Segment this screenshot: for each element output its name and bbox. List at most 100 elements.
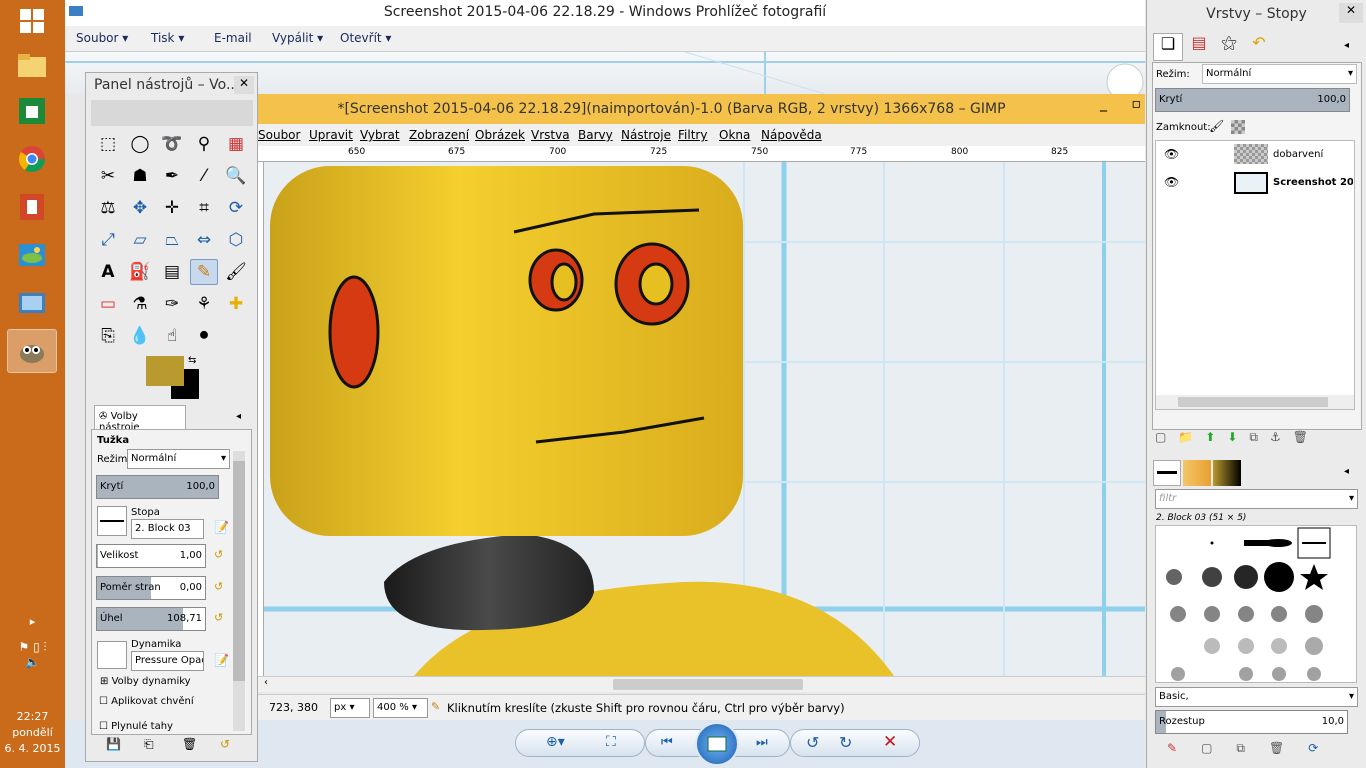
- tool-options-scrollbar[interactable]: [233, 451, 245, 731]
- zoom-select[interactable]: 400 % ▾: [373, 698, 428, 718]
- previous-icon[interactable]: ⏮: [661, 735, 673, 750]
- menu-tisk[interactable]: Tisk ▾: [151, 31, 184, 45]
- scale-icon[interactable]: ⤢: [94, 227, 122, 253]
- tab-menu-icon[interactable]: ◂: [1344, 40, 1349, 51]
- tab-menu-icon[interactable]: ◂: [236, 411, 241, 422]
- horizontal-ruler[interactable]: 650 675 700 725 750 775 800 825: [258, 146, 1145, 162]
- slideshow-button[interactable]: [695, 722, 739, 766]
- photos-icon[interactable]: [8, 234, 56, 276]
- lock-alpha-icon[interactable]: [1231, 120, 1245, 134]
- layer-row[interactable]: 👁 dobarvení: [1156, 141, 1354, 169]
- blend-icon[interactable]: ▤: [158, 259, 186, 285]
- duplicate-layer-icon[interactable]: ⧉: [1249, 430, 1270, 444]
- eye-icon[interactable]: 👁: [1164, 175, 1179, 189]
- brush-grid[interactable]: [1155, 525, 1357, 683]
- paths-icon[interactable]: ✒: [158, 163, 186, 189]
- brush-filter-input[interactable]: filtr ▾: [1155, 489, 1358, 509]
- close-icon[interactable]: ✕: [1339, 3, 1363, 23]
- opacity-slider[interactable]: Krytí 100,0: [96, 475, 219, 499]
- gimp-menu-vybrat[interactable]: Vybrat: [360, 128, 400, 142]
- foreground-select-icon[interactable]: ☗: [126, 163, 154, 189]
- menu-otevrit[interactable]: Otevřít ▾: [340, 31, 391, 45]
- chevron-up-icon[interactable]: ▸: [0, 615, 65, 628]
- zoom-icon[interactable]: ⊕▾: [546, 734, 565, 750]
- delete-icon[interactable]: ✕: [883, 732, 897, 752]
- wilber-drop-area[interactable]: [91, 100, 253, 126]
- swap-colors-icon[interactable]: ⇆: [188, 355, 196, 366]
- blur-icon[interactable]: 💧: [126, 323, 154, 349]
- gimp-menu-vrstva[interactable]: Vrstva: [531, 128, 570, 142]
- layer-mode-select[interactable]: Normální ▾: [1202, 64, 1357, 84]
- restore-options-icon[interactable]: ⎗: [144, 737, 154, 752]
- move-icon[interactable]: ✥: [126, 195, 154, 221]
- reset-options-icon[interactable]: ↺: [220, 737, 230, 751]
- reset-aspect-icon[interactable]: ↺: [214, 580, 223, 593]
- duplicate-brush-icon[interactable]: ⧉: [1236, 741, 1269, 755]
- gimp-menu-filtry[interactable]: Filtry: [678, 128, 707, 142]
- horizontal-scrollbar[interactable]: ‹: [258, 676, 1145, 692]
- brush-preview[interactable]: [97, 506, 127, 536]
- tab-menu-icon[interactable]: ◂: [1344, 466, 1349, 477]
- eye-icon[interactable]: 👁: [1164, 147, 1179, 161]
- office-icon[interactable]: [8, 186, 56, 228]
- reset-size-icon[interactable]: ↺: [214, 548, 223, 561]
- next-icon[interactable]: ⏭: [756, 735, 768, 750]
- paintbrush-icon[interactable]: 🖌: [222, 259, 250, 285]
- airbrush-icon[interactable]: ⚗: [126, 291, 154, 317]
- align-icon[interactable]: ✛: [158, 195, 186, 221]
- rotate-left-icon[interactable]: ↺: [806, 733, 819, 752]
- store-icon[interactable]: [8, 90, 56, 132]
- gimp-menu-nastroje[interactable]: Nástroje: [621, 128, 671, 142]
- smudge-icon[interactable]: ☝: [158, 323, 186, 349]
- tray-icons[interactable]: ⚑ ▯ ⫶ 🔈: [0, 640, 65, 669]
- dodge-burn-icon[interactable]: ⚫: [190, 323, 218, 349]
- gimp-menu-zobrazeni[interactable]: Zobrazení: [409, 128, 469, 142]
- gimp-menu-soubor[interactable]: Soubor: [258, 128, 300, 142]
- apply-jitter-checkbox[interactable]: ☐ Aplikovat chvění: [99, 696, 194, 707]
- menu-vypalit[interactable]: Vypálit ▾: [272, 31, 323, 45]
- brush-set-select[interactable]: Basic, ▾: [1155, 687, 1358, 707]
- clock-time[interactable]: 22:27: [0, 710, 65, 723]
- anchor-layer-icon[interactable]: ⚓: [1270, 430, 1293, 444]
- tab-undo-history[interactable]: ↶: [1245, 33, 1273, 61]
- dynamics-name-field[interactable]: Pressure Opacit: [131, 651, 204, 671]
- tab-paths[interactable]: ⚝: [1215, 33, 1243, 61]
- smooth-stroke-checkbox[interactable]: ☐ Plynulé tahy: [99, 721, 173, 732]
- minimize-icon[interactable]: _: [1100, 96, 1107, 112]
- select-by-color-icon[interactable]: ▦: [222, 131, 250, 157]
- refresh-brushes-icon[interactable]: ⟳: [1308, 741, 1342, 755]
- scissors-icon[interactable]: ✂: [94, 163, 122, 189]
- scroll-left-icon[interactable]: ‹: [264, 677, 268, 688]
- tab-channels[interactable]: ▤: [1185, 33, 1213, 61]
- rotate-icon[interactable]: ⟳: [222, 195, 250, 221]
- edit-brush-icon[interactable]: 📝: [214, 520, 229, 534]
- shear-icon[interactable]: ▱: [126, 227, 154, 253]
- gimp-menu-okna[interactable]: Okna: [719, 128, 750, 142]
- raise-layer-icon[interactable]: ⬆: [1205, 430, 1227, 444]
- lock-pixels-icon[interactable]: 🖌: [1209, 119, 1224, 133]
- tab-tool-options[interactable]: ✇ Volby nástroje: [94, 405, 186, 433]
- lower-layer-icon[interactable]: ⬇: [1227, 430, 1249, 444]
- layers-hscrollbar[interactable]: [1156, 395, 1354, 409]
- tab-layers[interactable]: ❏: [1153, 33, 1183, 61]
- fuzzy-select-icon[interactable]: ⚲: [190, 131, 218, 157]
- picture-viewer-icon[interactable]: [8, 282, 56, 324]
- file-explorer-icon[interactable]: [8, 44, 56, 86]
- magnify-icon[interactable]: 🔍: [222, 163, 250, 189]
- chrome-icon[interactable]: [8, 138, 56, 180]
- size-slider[interactable]: Velikost 1,00: [96, 544, 206, 568]
- flip-icon[interactable]: ⇔: [190, 227, 218, 253]
- free-select-icon[interactable]: ➰: [158, 131, 186, 157]
- clone-icon[interactable]: ⚘: [190, 291, 218, 317]
- new-layer-icon[interactable]: ▢: [1155, 430, 1178, 444]
- unit-select[interactable]: px ▾: [330, 698, 370, 718]
- gimp-menu-napoveda[interactable]: Nápověda: [761, 128, 822, 142]
- gimp-menu-obrazek[interactable]: Obrázek: [475, 128, 525, 142]
- windows-logo-icon[interactable]: [8, 0, 56, 42]
- image-canvas[interactable]: [264, 162, 1145, 676]
- rect-select-icon[interactable]: ⬚: [94, 131, 122, 157]
- brush-spacing-slider[interactable]: Rozestup 10,0: [1155, 710, 1348, 734]
- new-brush-icon[interactable]: ▢: [1201, 741, 1236, 755]
- scrollbar-thumb[interactable]: [613, 679, 803, 690]
- dynamics-options-expander[interactable]: ⊞ Volby dynamiky: [100, 676, 191, 687]
